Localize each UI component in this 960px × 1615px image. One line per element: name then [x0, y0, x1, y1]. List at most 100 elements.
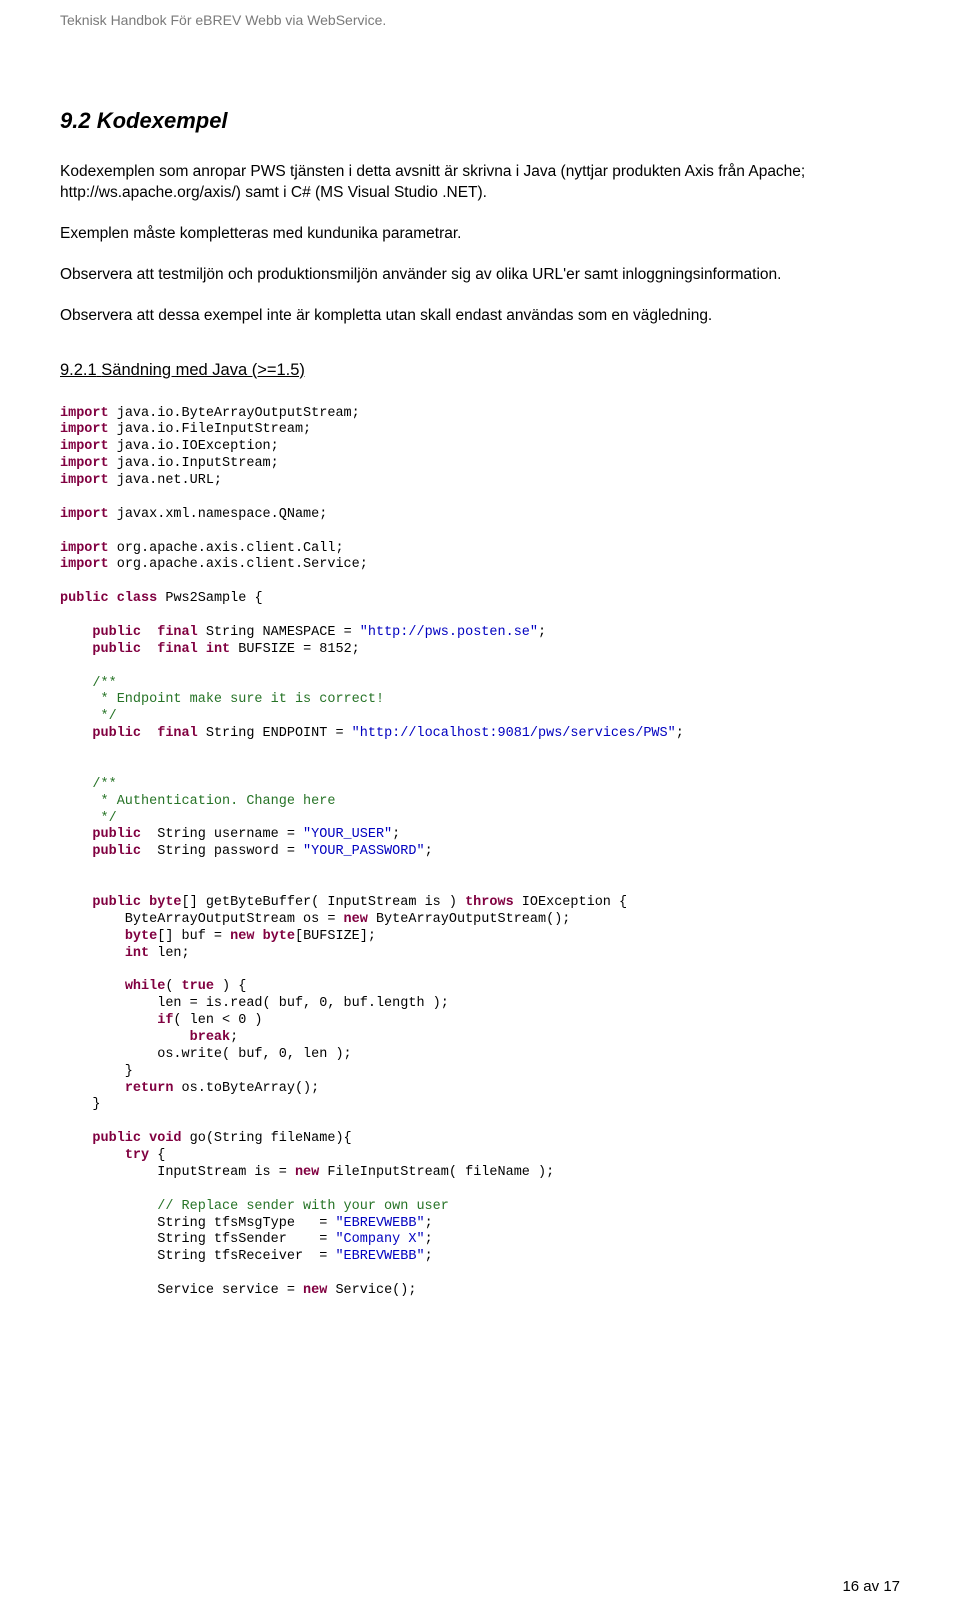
comment: * Authentication. Change here — [92, 794, 335, 809]
code-text: String username = — [157, 827, 303, 842]
string-literal: "http://localhost:9081/pws/services/PWS" — [352, 726, 676, 741]
kw-public: public — [92, 726, 141, 741]
comment: // Replace sender with your own user — [157, 1199, 449, 1214]
kw-import: import — [60, 557, 109, 572]
kw-byte: byte — [263, 929, 295, 944]
comment: */ — [92, 811, 116, 826]
code-text: ByteArrayOutputStream os = — [60, 912, 344, 927]
kw-public: public — [92, 625, 141, 640]
kw-import: import — [60, 422, 109, 437]
string-literal: "http://pws.posten.se" — [360, 625, 538, 640]
subsection-title-text: Sändning med Java (>=1.5) — [101, 361, 305, 379]
kw-import: import — [60, 507, 109, 522]
comment: */ — [92, 709, 116, 724]
kw-final: final — [157, 642, 198, 657]
kw-byte: byte — [125, 929, 157, 944]
kw-new: new — [344, 912, 368, 927]
code-text: java.net.URL; — [117, 473, 222, 488]
code-text: IOException { — [522, 895, 627, 910]
kw-import: import — [60, 541, 109, 556]
section-title-text: Kodexempel — [97, 108, 228, 133]
code-text: len = is.read( buf, 0, buf.length ); — [60, 996, 449, 1011]
code-text: java.io.InputStream; — [117, 456, 279, 471]
kw-try: try — [125, 1148, 149, 1163]
code-text: org.apache.axis.client.Call; — [117, 541, 344, 556]
kw-byte: byte — [149, 895, 181, 910]
code-block-imports: import java.io.ByteArrayOutputStream; im… — [60, 406, 900, 1300]
code-text: ; — [425, 844, 433, 859]
kw-void: void — [149, 1131, 181, 1146]
section-heading: 9.2 Kodexempel — [60, 108, 900, 134]
kw-final: final — [157, 625, 198, 640]
kw-public: public — [92, 895, 141, 910]
kw-new: new — [295, 1165, 319, 1180]
code-text: ; — [392, 827, 400, 842]
code-text: java.io.ByteArrayOutputStream; — [117, 406, 360, 421]
code-text: String password = — [157, 844, 303, 859]
code-text: BUFSIZE = 8152; — [238, 642, 360, 657]
code-text: ; — [676, 726, 684, 741]
kw-new: new — [303, 1283, 327, 1298]
section-number: 9.2 — [60, 108, 91, 133]
comment: /** — [92, 777, 116, 792]
code-text: os.write( buf, 0, len ); — [60, 1047, 352, 1062]
string-literal: "YOUR_USER" — [303, 827, 392, 842]
code-text: go(String fileName){ — [182, 1131, 352, 1146]
code-text: os.toByteArray(); — [173, 1081, 319, 1096]
paragraph-3: Observera att testmiljön och produktions… — [60, 265, 900, 286]
code-text: String NAMESPACE = — [206, 625, 360, 640]
code-text: String tfsReceiver = — [60, 1249, 335, 1264]
code-text: [] buf = — [157, 929, 230, 944]
string-literal: "EBREVWEBB" — [335, 1249, 424, 1264]
code-text: [BUFSIZE]; — [295, 929, 376, 944]
kw-if: if — [157, 1013, 173, 1028]
code-text: ) { — [214, 979, 246, 994]
kw-int: int — [206, 642, 230, 657]
code-text: String ENDPOINT = — [206, 726, 352, 741]
code-text: java.io.IOException; — [117, 439, 279, 454]
code-text: ( len < 0 ) — [173, 1013, 262, 1028]
paragraph-4: Observera att dessa exempel inte är komp… — [60, 306, 900, 327]
code-text: } — [60, 1064, 133, 1079]
paragraph-1: Kodexemplen som anropar PWS tjänsten i d… — [60, 162, 900, 204]
code-text: } — [60, 1097, 101, 1112]
comment: * Endpoint make sure it is correct! — [92, 692, 384, 707]
code-text: ; — [425, 1232, 433, 1247]
code-text: javax.xml.namespace.QName; — [117, 507, 328, 522]
code-text: ; — [425, 1249, 433, 1264]
kw-public: public — [92, 827, 141, 842]
code-text: InputStream is = — [60, 1165, 295, 1180]
kw-final: final — [157, 726, 198, 741]
kw-import: import — [60, 456, 109, 471]
code-text: org.apache.axis.client.Service; — [117, 557, 368, 572]
kw-import: import — [60, 406, 109, 421]
comment: /** — [92, 676, 116, 691]
code-text: String tfsMsgType = — [60, 1216, 335, 1231]
code-text: String tfsSender = — [60, 1232, 335, 1247]
subsection-number: 9.2.1 — [60, 361, 97, 379]
string-literal: "EBREVWEBB" — [335, 1216, 424, 1231]
kw-public: public — [92, 1131, 141, 1146]
kw-new: new — [230, 929, 254, 944]
string-literal: "YOUR_PASSWORD" — [303, 844, 425, 859]
code-text: java.io.FileInputStream; — [117, 422, 311, 437]
code-text: Service(); — [327, 1283, 416, 1298]
code-text: ; — [425, 1216, 433, 1231]
document-header: Teknisk Handbok För eBREV Webb via WebSe… — [60, 12, 900, 28]
kw-public: public — [92, 844, 141, 859]
code-text: ; — [538, 625, 546, 640]
class-name: Pws2Sample — [165, 591, 246, 606]
paragraph-2: Exemplen måste kompletteras med kundunik… — [60, 224, 900, 245]
kw-return: return — [125, 1081, 174, 1096]
code-text: ByteArrayOutputStream(); — [368, 912, 571, 927]
subsection-heading: 9.2.1 Sändning med Java (>=1.5) — [60, 361, 900, 380]
code-text: Service service = — [60, 1283, 303, 1298]
kw-import: import — [60, 473, 109, 488]
code-text: FileInputStream( fileName ); — [319, 1165, 554, 1180]
code-text: { — [149, 1148, 165, 1163]
kw-int: int — [125, 946, 149, 961]
kw-true: true — [182, 979, 214, 994]
kw-public: public — [60, 591, 109, 606]
kw-throws: throws — [465, 895, 514, 910]
kw-public: public — [92, 642, 141, 657]
